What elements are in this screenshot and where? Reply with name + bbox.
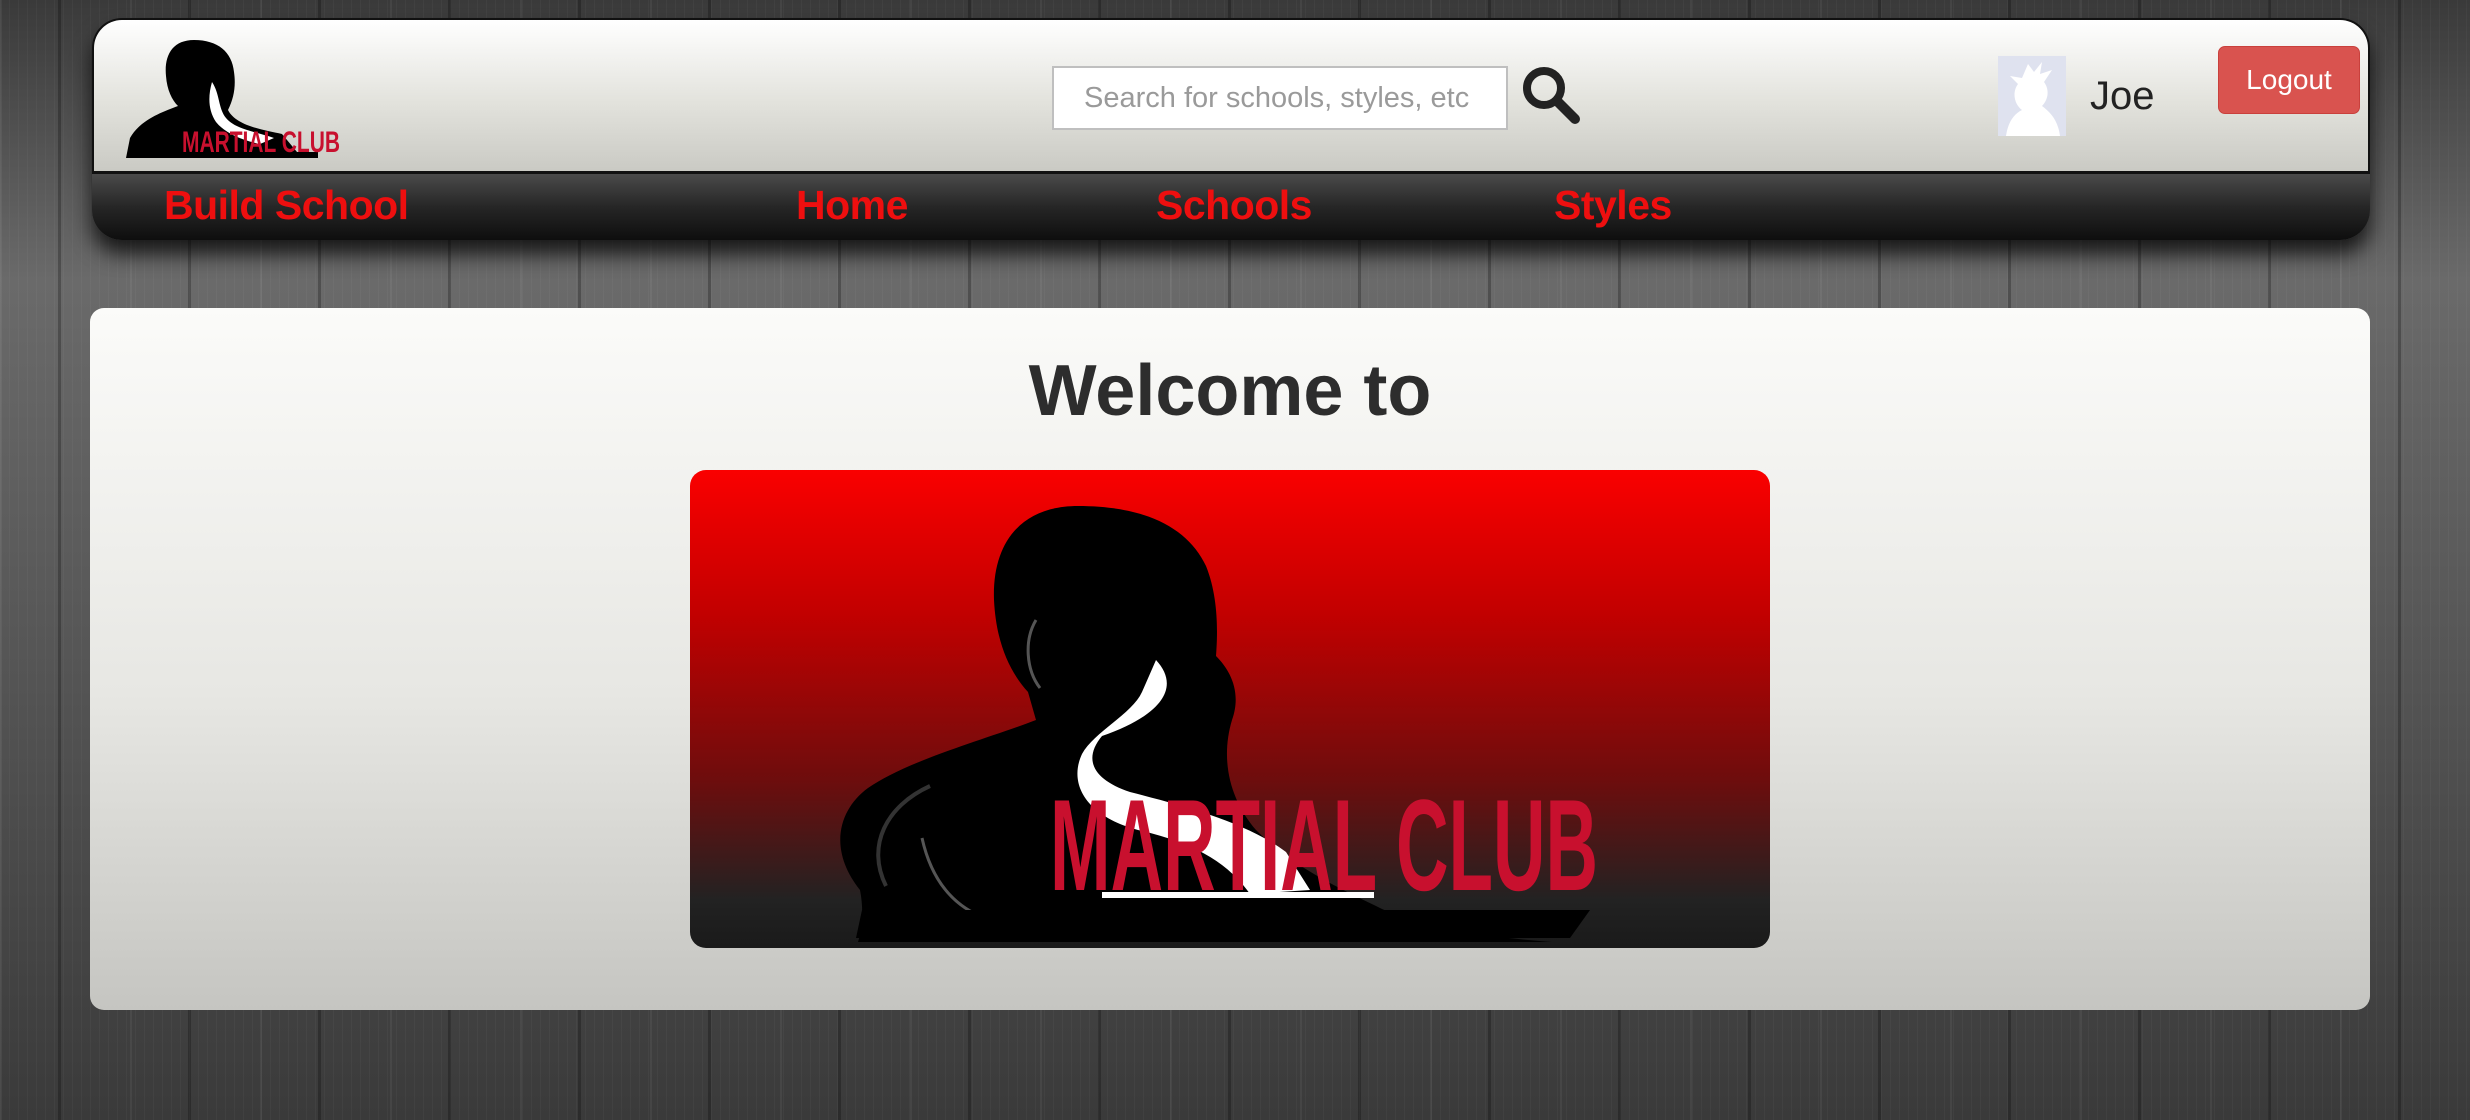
main-nav: Build School Home Schools Styles (92, 174, 2370, 240)
logout-button[interactable]: Logout (2218, 46, 2360, 114)
nav-item-schools[interactable]: Schools (1156, 182, 1312, 229)
user-silhouette-icon (2006, 62, 2060, 136)
site-header: MARTIAL CLUB Joe Logout Build School Hom… (92, 18, 2370, 240)
welcome-banner: MARTIAL CLUB (690, 470, 1770, 948)
avatar[interactable] (1998, 56, 2066, 136)
search-icon[interactable] (1520, 64, 1582, 126)
main-panel: Welcome to MARTIAL CLUB (90, 308, 2370, 1010)
martial-club-logo[interactable]: MARTIAL CLUB (124, 34, 346, 158)
nav-item-home[interactable]: Home (796, 182, 908, 229)
top-bar: MARTIAL CLUB Joe Logout (92, 18, 2370, 174)
logo-text: MARTIAL CLUB (182, 126, 340, 158)
martial-club-banner-logo: MARTIAL CLUB (840, 506, 1598, 942)
page-title: Welcome to (1028, 351, 1432, 431)
nav-item-styles[interactable]: Styles (1554, 182, 1672, 229)
nav-item-build-school[interactable]: Build School (164, 182, 409, 229)
search-input[interactable] (1052, 66, 1508, 130)
username: Joe (2090, 74, 2155, 118)
banner-logo-text: MARTIAL CLUB (1050, 772, 1598, 918)
